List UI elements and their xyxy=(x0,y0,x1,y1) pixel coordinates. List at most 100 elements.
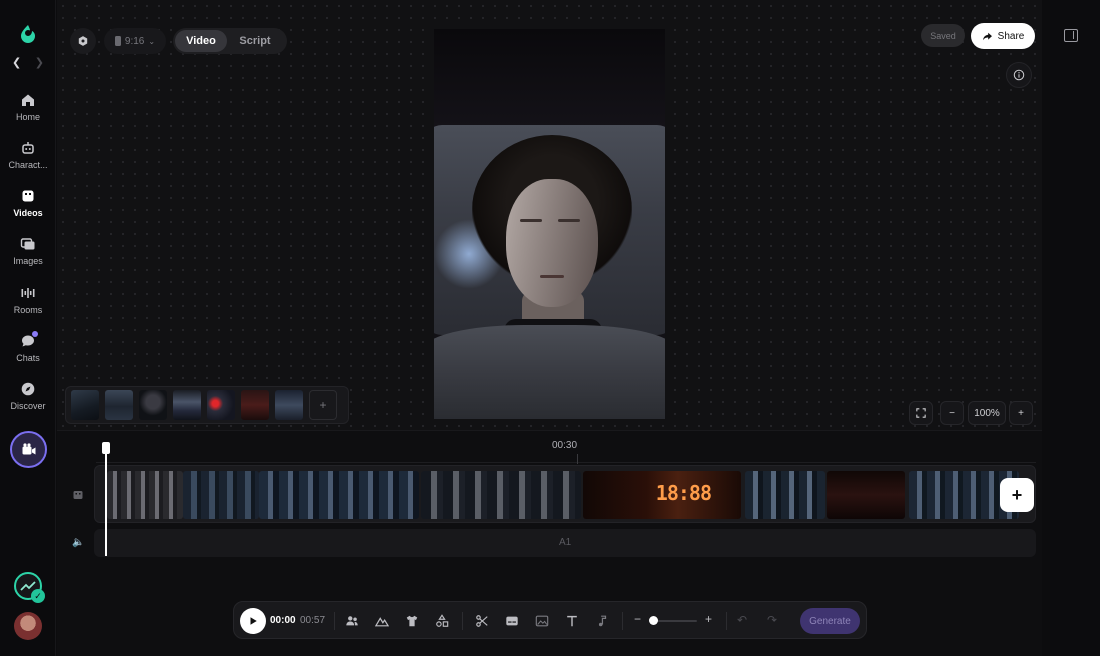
mode-toggle: Video Script xyxy=(173,28,287,54)
play-button[interactable] xyxy=(240,608,266,634)
zoom-in-button[interactable]: + xyxy=(1009,401,1033,425)
video-clip[interactable] xyxy=(827,471,905,519)
video-icon xyxy=(22,190,34,202)
fullscreen-icon xyxy=(916,408,926,418)
back-arrow-icon[interactable]: ❮ xyxy=(12,56,21,70)
video-clip[interactable] xyxy=(107,471,183,519)
playhead-handle[interactable] xyxy=(102,442,110,454)
sidebar-item-characters[interactable]: Charact... xyxy=(0,140,56,184)
timeline-ruler xyxy=(96,462,1036,463)
sidebar-item-images[interactable]: Images xyxy=(0,236,56,280)
sidebar-item-label: Chats xyxy=(16,353,40,363)
total-time: 00:57 xyxy=(300,615,326,626)
credits-badge[interactable]: ✓ xyxy=(14,572,45,603)
images-icon xyxy=(20,238,35,250)
redo-button[interactable]: ↷ xyxy=(767,613,777,627)
sidebar: ❮ ❯ Home Charact... Videos Images Rooms … xyxy=(0,0,56,656)
music-tool-button[interactable] xyxy=(594,613,610,629)
fullscreen-button[interactable] xyxy=(909,401,933,425)
scene-thumbnail[interactable] xyxy=(207,390,235,420)
clock-display: 18:88 xyxy=(655,481,712,505)
video-clip[interactable] xyxy=(259,471,419,519)
video-clip[interactable] xyxy=(745,471,825,519)
sidebar-item-label: Home xyxy=(15,112,40,122)
right-panel-gutter xyxy=(1042,0,1100,656)
aspect-ratio-value: 9:16 xyxy=(124,35,145,47)
music-note-icon xyxy=(598,615,607,627)
video-clip[interactable] xyxy=(183,471,259,519)
sidebar-item-rooms[interactable]: Rooms xyxy=(0,285,56,329)
scene-thumbnail[interactable] xyxy=(139,390,167,420)
settings-button[interactable] xyxy=(70,28,96,54)
rooms-icon xyxy=(21,288,35,298)
scenery-tool-button[interactable] xyxy=(374,613,390,629)
playback-toolbar: 00:00 00:57 − + ↶ ↷ Generate xyxy=(233,601,867,639)
tab-script[interactable]: Script xyxy=(227,30,283,52)
scene-thumbnail[interactable] xyxy=(105,390,133,420)
timeline-zoom-slider-handle[interactable] xyxy=(649,616,658,625)
tab-video[interactable]: Video xyxy=(175,30,227,52)
video-clip[interactable]: 18:88 xyxy=(583,471,741,519)
ruler-time-label: 00:30 xyxy=(552,440,578,451)
generate-button[interactable]: Generate xyxy=(800,608,860,634)
check-icon: ✓ xyxy=(31,589,45,603)
cut-tool-button[interactable] xyxy=(474,613,490,629)
image-icon xyxy=(535,615,549,627)
add-scene-thumbnail-button[interactable]: + xyxy=(309,390,337,420)
text-tool-button[interactable] xyxy=(564,613,580,629)
people-icon xyxy=(346,616,358,626)
scene-thumbnail[interactable] xyxy=(275,390,303,420)
video-preview[interactable] xyxy=(434,29,665,419)
add-clip-button[interactable]: + xyxy=(1000,478,1034,512)
share-label: Share xyxy=(997,30,1025,42)
home-icon xyxy=(22,94,34,106)
characters-tool-button[interactable] xyxy=(344,613,360,629)
audio-track-label: A1 xyxy=(559,537,572,548)
sidebar-item-chats[interactable]: Chats xyxy=(0,331,56,377)
aspect-ratio-select[interactable]: 9:16 ⌄ xyxy=(104,28,166,54)
timeline-zoom-in-button[interactable]: + xyxy=(705,612,712,626)
share-button[interactable]: Share xyxy=(971,23,1035,49)
image-tool-button[interactable] xyxy=(534,613,550,629)
gear-icon xyxy=(78,36,88,46)
objects-tool-button[interactable] xyxy=(434,613,450,629)
forward-arrow-icon[interactable]: ❯ xyxy=(35,56,44,70)
sidebar-item-videos[interactable]: Videos xyxy=(0,188,56,232)
undo-button[interactable]: ↶ xyxy=(737,613,747,627)
scene-thumbnail[interactable] xyxy=(71,390,99,420)
scene-thumbnail[interactable] xyxy=(173,390,201,420)
phone-icon xyxy=(114,36,121,46)
timeline-zoom-out-button[interactable]: − xyxy=(634,612,641,626)
shapes-icon xyxy=(436,614,449,627)
playhead[interactable] xyxy=(105,446,107,556)
sidebar-item-label: Images xyxy=(13,256,43,266)
captions-tool-button[interactable] xyxy=(504,613,520,629)
app-logo[interactable] xyxy=(16,22,40,46)
zoom-out-button[interactable]: − xyxy=(940,401,964,425)
sidebar-item-discover[interactable]: Discover xyxy=(0,381,56,425)
sidebar-item-label: Discover xyxy=(10,401,46,411)
ruler-tick xyxy=(577,454,578,464)
robot-icon xyxy=(22,142,34,154)
info-button[interactable] xyxy=(1006,62,1032,88)
video-clip[interactable] xyxy=(421,471,581,519)
blanket xyxy=(434,325,665,419)
speaker-icon[interactable]: 🔈 xyxy=(72,537,84,548)
scene-thumbnail[interactable] xyxy=(241,390,269,420)
create-video-button[interactable] xyxy=(10,431,47,468)
text-icon xyxy=(567,615,577,627)
sidebar-item-label: Rooms xyxy=(13,305,43,315)
play-icon xyxy=(250,617,257,625)
subtitles-icon xyxy=(506,616,518,626)
sidebar-item-home[interactable]: Home xyxy=(0,92,56,136)
video-track[interactable]: 18:88 xyxy=(94,465,1036,523)
zoom-level[interactable]: 100% xyxy=(968,401,1006,425)
audio-track[interactable]: A1 xyxy=(94,529,1036,557)
panel-toggle-icon[interactable] xyxy=(1064,29,1078,42)
scissors-icon xyxy=(476,615,488,627)
outfit-tool-button[interactable] xyxy=(404,613,420,629)
notification-badge xyxy=(32,331,38,337)
chevron-down-icon: ⌄ xyxy=(148,36,156,46)
user-avatar[interactable] xyxy=(14,612,42,640)
video-track-icon xyxy=(73,491,83,499)
